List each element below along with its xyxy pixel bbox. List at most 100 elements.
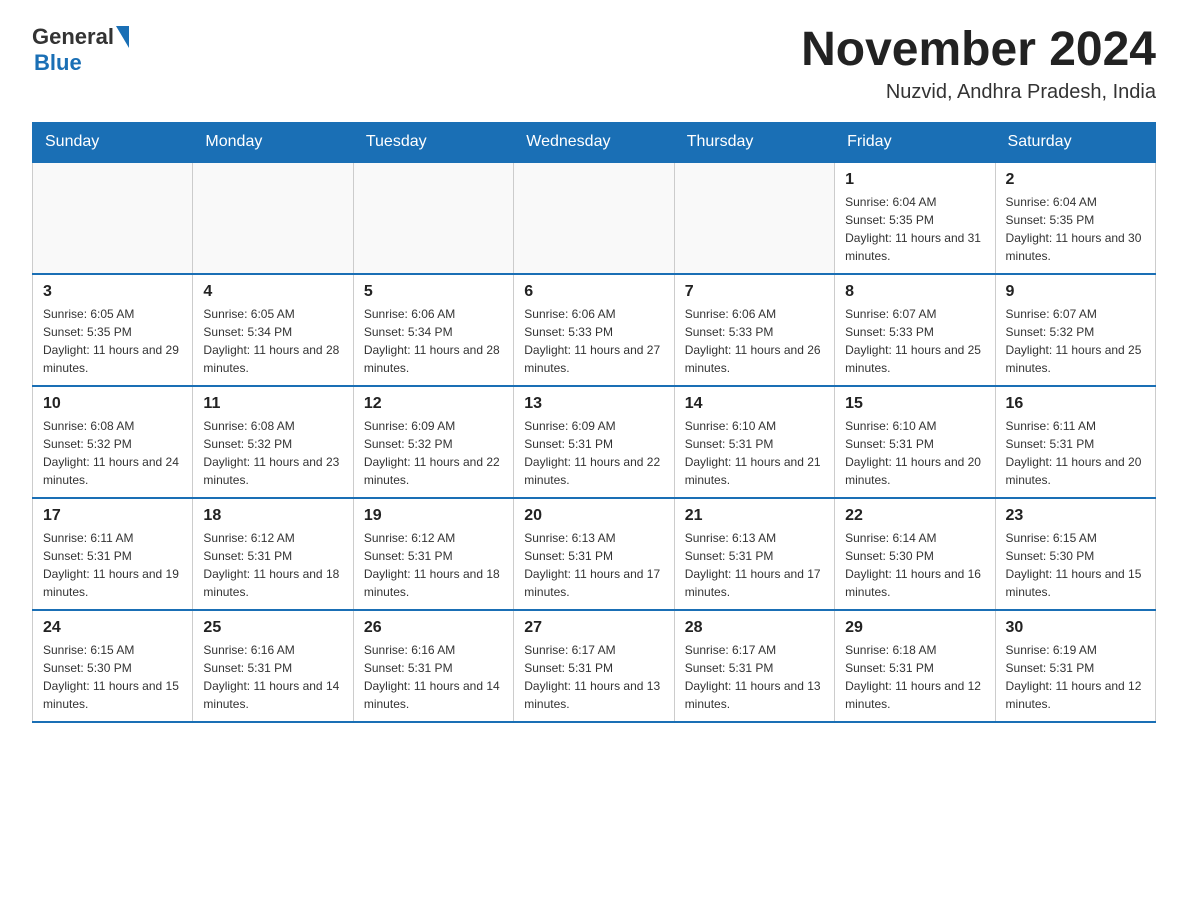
calendar-row: 1Sunrise: 6:04 AMSunset: 5:35 PMDaylight… [33, 162, 1156, 274]
day-number: 14 [685, 395, 824, 413]
table-row: 6 Sunrise: 6:06 AMSunset: 5:33 PMDaylight… [514, 274, 674, 386]
day-number: 15 [845, 395, 984, 413]
day-number: 25 [203, 619, 342, 637]
day-number: 19 [364, 507, 503, 525]
calendar-header-row: Sunday Monday Tuesday Wednesday Thursday… [33, 122, 1156, 162]
day-number: 29 [845, 619, 984, 637]
table-row: 8 Sunrise: 6:07 AMSunset: 5:33 PMDaylight… [835, 274, 995, 386]
table-row: 25 Sunrise: 6:16 AMSunset: 5:31 PMDayligh… [193, 610, 353, 722]
col-saturday: Saturday [995, 122, 1155, 162]
day-number: 17 [43, 507, 182, 525]
table-row: 29 Sunrise: 6:18 AMSunset: 5:31 PMDayligh… [835, 610, 995, 722]
day-info: Sunrise: 6:17 AMSunset: 5:31 PMDaylight:… [524, 641, 663, 713]
day-number: 18 [203, 507, 342, 525]
day-info: Sunrise: 6:11 AMSunset: 5:31 PMDaylight:… [43, 529, 182, 601]
day-info: Sunrise: 6:04 AMSunset: 5:35 PMDaylight:… [1006, 193, 1145, 265]
table-row [674, 162, 834, 274]
day-info: Sunrise: 6:10 AMSunset: 5:31 PMDaylight:… [845, 417, 984, 489]
table-row: 21Sunrise: 6:13 AMSunset: 5:31 PMDayligh… [674, 498, 834, 610]
logo-blue-text: Blue [34, 50, 82, 75]
table-row: 20 Sunrise: 6:13 AMSunset: 5:31 PMDayligh… [514, 498, 674, 610]
table-row: 7 Sunrise: 6:06 AMSunset: 5:33 PMDaylight… [674, 274, 834, 386]
day-number: 8 [845, 283, 984, 301]
col-wednesday: Wednesday [514, 122, 674, 162]
table-row [33, 162, 193, 274]
day-info: Sunrise: 6:11 AMSunset: 5:31 PMDaylight:… [1006, 417, 1145, 489]
day-number: 3 [43, 283, 182, 301]
day-info: Sunrise: 6:18 AMSunset: 5:31 PMDaylight:… [845, 641, 984, 713]
table-row: 4Sunrise: 6:05 AMSunset: 5:34 PMDaylight… [193, 274, 353, 386]
day-number: 4 [203, 283, 342, 301]
day-info: Sunrise: 6:10 AMSunset: 5:31 PMDaylight:… [685, 417, 824, 489]
day-number: 11 [203, 395, 342, 413]
day-number: 7 [685, 283, 824, 301]
calendar-subtitle: Nuzvid, Andhra Pradesh, India [801, 81, 1156, 104]
day-number: 22 [845, 507, 984, 525]
day-number: 13 [524, 395, 663, 413]
col-thursday: Thursday [674, 122, 834, 162]
day-number: 10 [43, 395, 182, 413]
calendar-row: 3Sunrise: 6:05 AMSunset: 5:35 PMDaylight… [33, 274, 1156, 386]
day-info: Sunrise: 6:13 AMSunset: 5:31 PMDaylight:… [685, 529, 824, 601]
table-row [514, 162, 674, 274]
day-number: 9 [1006, 283, 1145, 301]
day-info: Sunrise: 6:12 AMSunset: 5:31 PMDaylight:… [203, 529, 342, 601]
table-row: 14 Sunrise: 6:10 AMSunset: 5:31 PMDayligh… [674, 386, 834, 498]
day-info: Sunrise: 6:04 AMSunset: 5:35 PMDaylight:… [845, 193, 984, 265]
day-info: Sunrise: 6:07 AMSunset: 5:32 PMDaylight:… [1006, 305, 1145, 377]
day-number: 16 [1006, 395, 1145, 413]
calendar-row: 24Sunrise: 6:15 AMSunset: 5:30 PMDayligh… [33, 610, 1156, 722]
day-info: Sunrise: 6:13 AMSunset: 5:31 PMDaylight:… [524, 529, 663, 601]
table-row [353, 162, 513, 274]
table-row: 19Sunrise: 6:12 AMSunset: 5:31 PMDayligh… [353, 498, 513, 610]
logo-triangle-icon [116, 26, 129, 48]
day-number: 5 [364, 283, 503, 301]
col-tuesday: Tuesday [353, 122, 513, 162]
day-info: Sunrise: 6:06 AMSunset: 5:33 PMDaylight:… [685, 305, 824, 377]
day-number: 30 [1006, 619, 1145, 637]
table-row: 22Sunrise: 6:14 AMSunset: 5:30 PMDayligh… [835, 498, 995, 610]
day-number: 6 [524, 283, 663, 301]
table-row: 17 Sunrise: 6:11 AMSunset: 5:31 PMDayligh… [33, 498, 193, 610]
day-info: Sunrise: 6:17 AMSunset: 5:31 PMDaylight:… [685, 641, 824, 713]
table-row: 13 Sunrise: 6:09 AMSunset: 5:31 PMDayligh… [514, 386, 674, 498]
day-number: 2 [1006, 171, 1145, 189]
table-row: 30 Sunrise: 6:19 AMSunset: 5:31 PMDayligh… [995, 610, 1155, 722]
col-friday: Friday [835, 122, 995, 162]
table-row: 9 Sunrise: 6:07 AMSunset: 5:32 PMDaylight… [995, 274, 1155, 386]
table-row: 3Sunrise: 6:05 AMSunset: 5:35 PMDaylight… [33, 274, 193, 386]
day-info: Sunrise: 6:07 AMSunset: 5:33 PMDaylight:… [845, 305, 984, 377]
day-info: Sunrise: 6:16 AMSunset: 5:31 PMDaylight:… [203, 641, 342, 713]
calendar-row: 10 Sunrise: 6:08 AMSunset: 5:32 PMDayligh… [33, 386, 1156, 498]
day-number: 28 [685, 619, 824, 637]
col-monday: Monday [193, 122, 353, 162]
title-section: November 2024 Nuzvid, Andhra Pradesh, In… [801, 24, 1156, 104]
table-row: 24Sunrise: 6:15 AMSunset: 5:30 PMDayligh… [33, 610, 193, 722]
day-info: Sunrise: 6:09 AMSunset: 5:31 PMDaylight:… [524, 417, 663, 489]
table-row [193, 162, 353, 274]
day-info: Sunrise: 6:16 AMSunset: 5:31 PMDaylight:… [364, 641, 503, 713]
table-row: 12 Sunrise: 6:09 AMSunset: 5:32 PMDayligh… [353, 386, 513, 498]
table-row: 18 Sunrise: 6:12 AMSunset: 5:31 PMDayligh… [193, 498, 353, 610]
table-row: 16 Sunrise: 6:11 AMSunset: 5:31 PMDayligh… [995, 386, 1155, 498]
day-info: Sunrise: 6:19 AMSunset: 5:31 PMDaylight:… [1006, 641, 1145, 713]
day-number: 26 [364, 619, 503, 637]
table-row: 26 Sunrise: 6:16 AMSunset: 5:31 PMDayligh… [353, 610, 513, 722]
day-info: Sunrise: 6:06 AMSunset: 5:33 PMDaylight:… [524, 305, 663, 377]
day-number: 20 [524, 507, 663, 525]
table-row: 15 Sunrise: 6:10 AMSunset: 5:31 PMDayligh… [835, 386, 995, 498]
day-info: Sunrise: 6:08 AMSunset: 5:32 PMDaylight:… [203, 417, 342, 489]
table-row: 27Sunrise: 6:17 AMSunset: 5:31 PMDayligh… [514, 610, 674, 722]
table-row: 5 Sunrise: 6:06 AMSunset: 5:34 PMDaylight… [353, 274, 513, 386]
table-row: 2 Sunrise: 6:04 AMSunset: 5:35 PMDaylight… [995, 162, 1155, 274]
logo: General Blue [32, 24, 129, 76]
day-number: 23 [1006, 507, 1145, 525]
col-sunday: Sunday [33, 122, 193, 162]
table-row: 1Sunrise: 6:04 AMSunset: 5:35 PMDaylight… [835, 162, 995, 274]
calendar-table: Sunday Monday Tuesday Wednesday Thursday… [32, 122, 1156, 723]
day-info: Sunrise: 6:09 AMSunset: 5:32 PMDaylight:… [364, 417, 503, 489]
day-info: Sunrise: 6:06 AMSunset: 5:34 PMDaylight:… [364, 305, 503, 377]
day-number: 12 [364, 395, 503, 413]
calendar-title: November 2024 [801, 24, 1156, 77]
day-info: Sunrise: 6:08 AMSunset: 5:32 PMDaylight:… [43, 417, 182, 489]
